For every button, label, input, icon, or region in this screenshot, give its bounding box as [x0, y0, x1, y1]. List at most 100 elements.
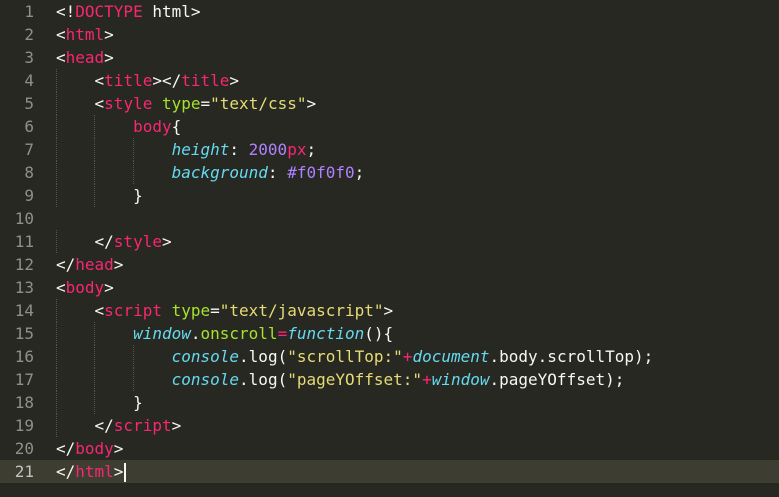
- code-line[interactable]: window.onscroll=function(){: [50, 322, 779, 345]
- code-token: "pageYOffset:": [287, 370, 423, 389]
- code-line[interactable]: height: 2000px;: [50, 138, 779, 161]
- indent-guide: [56, 391, 57, 414]
- code-token: >: [104, 48, 114, 67]
- code-token: </: [94, 232, 114, 251]
- code-token: </: [56, 462, 76, 481]
- code-token: "scrollTop:": [287, 347, 403, 366]
- code-token: head: [65, 48, 105, 67]
- indentation: [56, 301, 95, 320]
- code-token: <: [56, 278, 66, 297]
- code-line[interactable]: }: [50, 391, 779, 414]
- code-token: height: [171, 140, 230, 159]
- text-cursor: [124, 463, 127, 482]
- code-token: log(: [248, 370, 288, 389]
- indent-guide: [56, 322, 57, 345]
- code-token: =: [200, 94, 211, 113]
- code-token: head: [75, 255, 114, 274]
- line-number: 6: [24, 117, 34, 136]
- line-number: 9: [24, 186, 34, 205]
- line-number-gutter: 1 2 3 4 5 6 7 8 9 10 11 12 13 14 15 16 17 18 19 20 21: [0, 0, 50, 497]
- code-token: body: [499, 347, 538, 366]
- code-line[interactable]: </style>: [50, 230, 779, 253]
- indent-guide: [56, 138, 57, 161]
- line-number: 19: [14, 416, 34, 435]
- line-number: 12: [14, 255, 34, 274]
- indent-guide: [94, 391, 96, 414]
- code-line[interactable]: <title></title>: [50, 69, 779, 92]
- indent-guide: [94, 138, 96, 161]
- code-line[interactable]: }: [50, 184, 779, 207]
- code-token: +: [422, 370, 432, 389]
- code-line[interactable]: <script type="text/javascript">: [50, 299, 779, 322]
- indentation: [56, 347, 172, 366]
- line-number: 7: [24, 140, 34, 159]
- code-token: .: [190, 324, 201, 343]
- code-token: title: [181, 71, 230, 90]
- code-token: type: [161, 94, 201, 113]
- indent-guide: [56, 92, 57, 115]
- code-token: function: [287, 324, 365, 343]
- code-token: title: [104, 71, 153, 90]
- indentation: [56, 416, 95, 435]
- code-line[interactable]: <style type="text/css">: [50, 92, 779, 115]
- indent-guide: [132, 345, 134, 368]
- code-editor[interactable]: 1 2 3 4 5 6 7 8 9 10 11 12 13 14 15 16 17 18 19 20 21 <!DOCT…: [0, 0, 779, 497]
- code-area[interactable]: <!DOCTYPE html> <html> <head> <title></tit…: [50, 0, 779, 497]
- code-token: document: [412, 347, 490, 366]
- code-line[interactable]: <body>: [50, 276, 779, 299]
- indentation: [56, 370, 172, 389]
- code-token: .pageYOffset);: [489, 370, 625, 389]
- code-token: script: [104, 301, 162, 320]
- code-line[interactable]: <html>: [50, 23, 779, 46]
- code-line[interactable]: </head>: [50, 253, 779, 276]
- code-token: .scrollTop);: [537, 347, 654, 366]
- indent-guide: [94, 345, 96, 368]
- indent-guide: [56, 368, 57, 391]
- code-token: log(: [248, 347, 288, 366]
- code-token: >: [306, 94, 317, 113]
- code-token: <!: [56, 2, 76, 21]
- code-token: .: [239, 347, 249, 366]
- code-token: =: [277, 324, 288, 343]
- line-number: 14: [14, 301, 34, 320]
- code-line[interactable]: </script>: [50, 414, 779, 437]
- code-line[interactable]: [50, 207, 779, 230]
- indentation: [56, 140, 172, 159]
- code-line[interactable]: body{: [50, 115, 779, 138]
- code-line[interactable]: <!DOCTYPE html>: [50, 0, 779, 23]
- indentation: [56, 94, 95, 113]
- code-token: :: [229, 140, 249, 159]
- indent-guide: [94, 115, 96, 138]
- code-token: type: [171, 301, 211, 320]
- code-token: <: [94, 301, 105, 320]
- indentation: [56, 163, 172, 182]
- code-token: console: [171, 347, 240, 366]
- code-token: >: [104, 25, 114, 44]
- code-line[interactable]: <head>: [50, 46, 779, 69]
- code-line[interactable]: </html>: [50, 460, 779, 483]
- code-token: "text/javascript": [219, 301, 384, 320]
- indent-guide: [132, 368, 134, 391]
- code-token: html>: [142, 2, 201, 21]
- code-token: body: [65, 278, 105, 297]
- code-token: {: [171, 117, 182, 136]
- code-token: ;: [354, 163, 365, 182]
- line-number: 8: [24, 163, 34, 182]
- code-token: >: [104, 278, 114, 297]
- code-token: <: [94, 71, 105, 90]
- code-line[interactable]: console.log("pageYOffset:"+window.pageYO…: [50, 368, 779, 391]
- code-line[interactable]: console.log("scrollTop:"+document.body.s…: [50, 345, 779, 368]
- code-token: background: [171, 163, 268, 182]
- line-number: 4: [24, 71, 34, 90]
- line-number: 11: [14, 232, 34, 251]
- line-number: 18: [14, 393, 34, 412]
- code-line[interactable]: background: #f0f0f0;: [50, 161, 779, 184]
- line-number: 20: [14, 439, 34, 458]
- code-token: }: [133, 186, 143, 205]
- indent-guide: [56, 184, 57, 207]
- code-token: ;: [306, 140, 317, 159]
- code-token: >: [161, 232, 172, 251]
- code-line[interactable]: </body>: [50, 437, 779, 460]
